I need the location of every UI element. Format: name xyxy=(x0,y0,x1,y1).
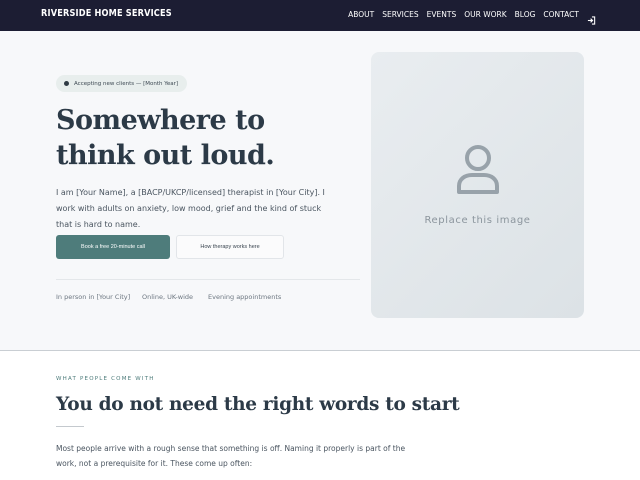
login-icon[interactable] xyxy=(587,10,596,25)
photo-placeholder-caption: Replace this image xyxy=(424,215,531,226)
top-nav: RIVERSIDE HOME SERVICES ABOUT SERVICES E… xyxy=(0,0,640,31)
hero-section: Accepting new clients — [Month Year] Som… xyxy=(0,31,640,350)
nav-link-services[interactable]: SERVICES xyxy=(382,10,418,19)
nav-link-contact[interactable]: CONTACT xyxy=(543,10,579,19)
section-body: Most people arrive with a rough sense th… xyxy=(56,444,406,468)
section-title: You do not need the right words to start xyxy=(56,394,460,415)
section-accent-rule xyxy=(56,426,84,427)
meta-online: Online, UK-wide xyxy=(142,293,194,301)
therapist-photo-placeholder: Replace this image xyxy=(371,52,584,318)
nav-link-blog[interactable]: BLOG xyxy=(515,10,536,19)
meta-in-person: In person in [Your City] xyxy=(56,293,131,301)
availability-badge: Accepting new clients — [Month Year] xyxy=(56,75,188,92)
nav-links: ABOUT SERVICES EVENTS OUR WORK BLOG CONT… xyxy=(348,10,596,25)
hero-headline: Somewhere to think out loud. xyxy=(56,105,275,171)
meta-evening: Evening appointments xyxy=(208,293,282,301)
hero-divider xyxy=(56,279,360,280)
section-eyebrow: WHAT PEOPLE COME WITH xyxy=(56,376,155,382)
user-icon xyxy=(455,144,501,196)
nav-link-about[interactable]: ABOUT xyxy=(348,10,374,19)
availability-badge-text: Accepting new clients — [Month Year] xyxy=(74,80,179,87)
brand-logo[interactable]: RIVERSIDE HOME SERVICES xyxy=(41,8,172,19)
book-call-button[interactable]: Book a free 20-minute call xyxy=(56,235,170,259)
nav-link-events[interactable]: EVENTS xyxy=(427,10,457,19)
how-therapy-works-button[interactable]: How therapy works here xyxy=(176,235,284,259)
nav-link-our-work[interactable]: OUR WORK xyxy=(464,10,506,19)
what-people-come-with-section: WHAT PEOPLE COME WITH You do not need th… xyxy=(0,351,640,480)
hero-intro: I am [Your Name], a [BACP/UKCP/licensed]… xyxy=(56,188,325,229)
status-dot-icon xyxy=(64,81,69,86)
